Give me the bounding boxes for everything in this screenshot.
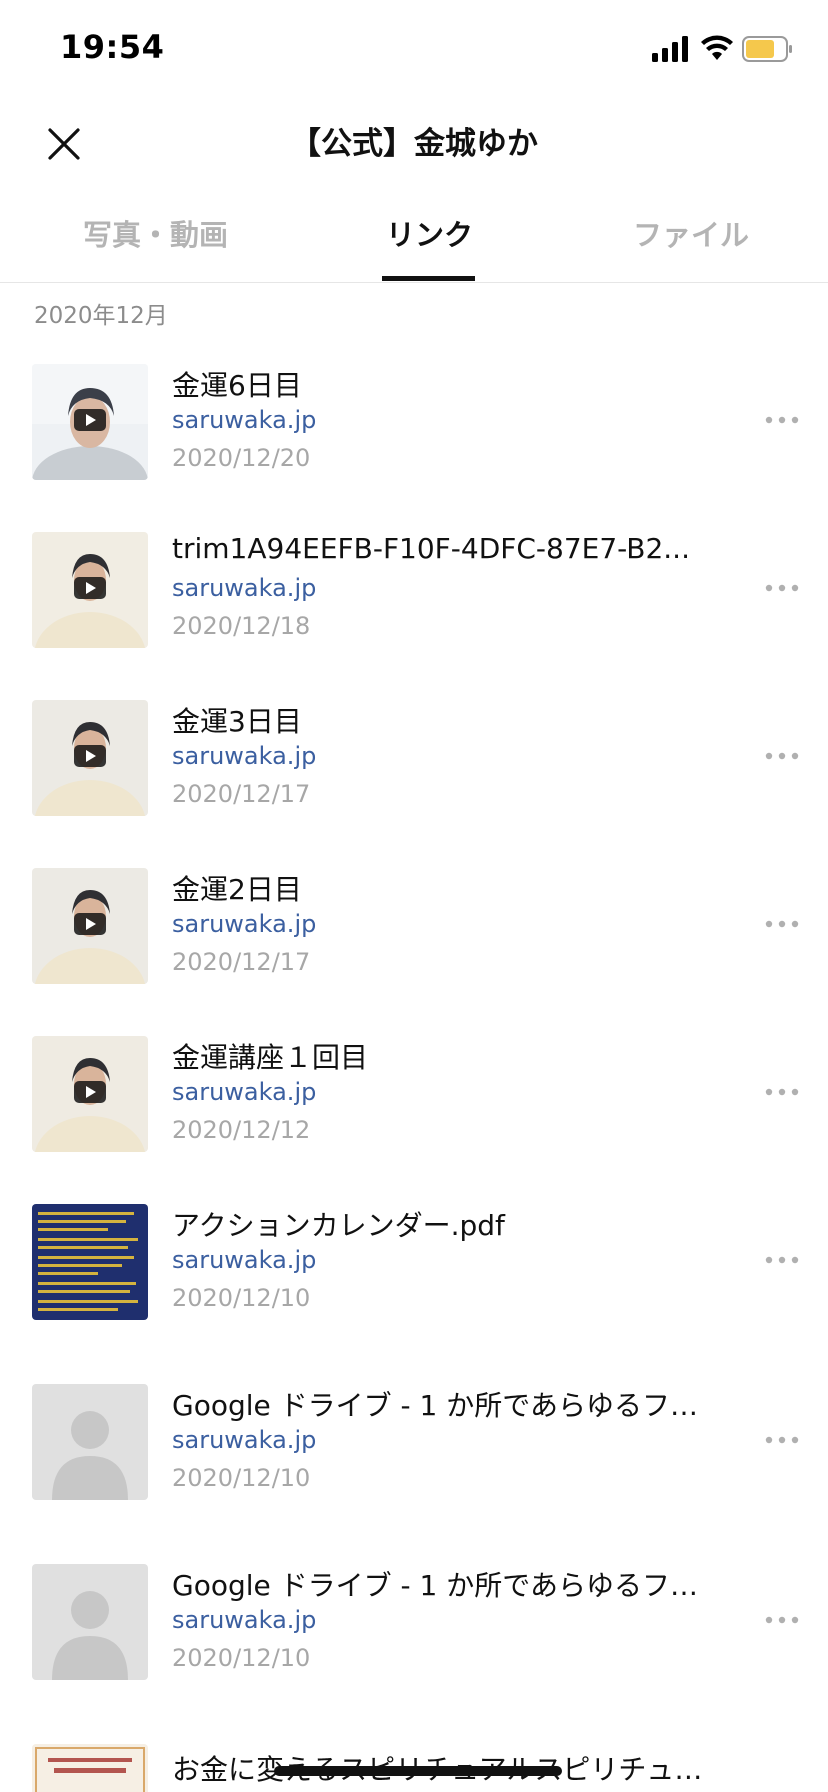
item-date: 2020/12/17 (172, 780, 311, 808)
person-placeholder-icon (32, 1564, 148, 1680)
play-icon (74, 577, 106, 599)
play-icon (74, 745, 106, 767)
battery-icon (742, 36, 792, 62)
cellular-signal-icon (652, 36, 688, 62)
item-title: Google ドライブ - 1 か所であらゆるフ… (172, 1569, 698, 1602)
video-thumbnail (32, 1036, 148, 1152)
tab-files[interactable]: ファイル (633, 212, 749, 254)
more-options-icon[interactable] (764, 1080, 800, 1104)
item-title: 金運2日目 (172, 873, 302, 906)
more-options-icon[interactable] (764, 1428, 800, 1452)
document-thumbnail (32, 1204, 148, 1320)
video-thumbnail (32, 532, 148, 648)
status-time: 19:54 (60, 28, 165, 66)
list-item[interactable]: 金運6日目 saruwaka.jp 2020/12/20 (0, 364, 828, 504)
list-item[interactable]: アクションカレンダー.pdf saruwaka.jp 2020/12/10 (0, 1204, 828, 1344)
item-domain: saruwaka.jp (172, 910, 317, 938)
flyer-thumbnail (32, 1744, 148, 1792)
status-bar: 19:54 (0, 0, 828, 96)
item-title: 金運6日目 (172, 369, 302, 402)
person-placeholder-icon (32, 1384, 148, 1500)
video-thumbnail (32, 364, 148, 480)
item-date: 2020/12/10 (172, 1644, 311, 1672)
more-options-icon[interactable] (764, 408, 800, 432)
placeholder-thumbnail (32, 1564, 148, 1680)
item-date: 2020/12/17 (172, 948, 311, 976)
item-domain: saruwaka.jp (172, 406, 317, 434)
more-options-icon[interactable] (764, 1248, 800, 1272)
active-tab-indicator (382, 276, 475, 281)
play-icon (74, 409, 106, 431)
item-domain: saruwaka.jp (172, 1246, 317, 1274)
header: 【公式】金城ゆか (0, 96, 828, 186)
list-item[interactable]: Google ドライブ - 1 か所であらゆるフ… saruwaka.jp 20… (0, 1384, 828, 1524)
video-thumbnail (32, 868, 148, 984)
item-domain: saruwaka.jp (172, 1606, 317, 1634)
item-title: Google ドライブ - 1 か所であらゆるフ… (172, 1389, 698, 1422)
item-title: アクションカレンダー.pdf (172, 1209, 505, 1242)
item-title: 金運3日目 (172, 705, 302, 738)
list-item[interactable]: 金運3日目 saruwaka.jp 2020/12/17 (0, 700, 828, 840)
item-domain: saruwaka.jp (172, 1426, 317, 1454)
list-item[interactable]: Google ドライブ - 1 か所であらゆるフ… saruwaka.jp 20… (0, 1564, 828, 1704)
item-domain: saruwaka.jp (172, 574, 317, 602)
section-header-month: 2020年12月 (34, 303, 168, 329)
wifi-icon (701, 35, 733, 60)
item-date: 2020/12/10 (172, 1284, 311, 1312)
more-options-icon[interactable] (764, 744, 800, 768)
list-item[interactable]: trim1A94EEFB-F10F-4DFC-87E7-B2... saruwa… (0, 532, 828, 672)
tab-links[interactable]: リンク (386, 212, 473, 254)
item-title: trim1A94EEFB-F10F-4DFC-87E7-B2... (172, 532, 690, 565)
item-date: 2020/12/20 (172, 444, 311, 472)
list-item[interactable]: 金運2日目 saruwaka.jp 2020/12/17 (0, 868, 828, 1008)
tab-photos-videos[interactable]: 写真・動画 (83, 212, 228, 254)
home-indicator (274, 1766, 562, 1776)
tab-bar: 写真・動画 リンク ファイル (0, 190, 828, 283)
item-title: 金運講座１回目 (172, 1041, 369, 1074)
item-domain: saruwaka.jp (172, 1078, 317, 1106)
play-icon (74, 1081, 106, 1103)
item-date: 2020/12/12 (172, 1116, 311, 1144)
more-options-icon[interactable] (764, 912, 800, 936)
page-title: 【公式】金城ゆか (290, 126, 538, 162)
list-item[interactable]: 金運講座１回目 saruwaka.jp 2020/12/12 (0, 1036, 828, 1176)
item-date: 2020/12/18 (172, 612, 311, 640)
placeholder-thumbnail (32, 1384, 148, 1500)
item-date: 2020/12/10 (172, 1464, 311, 1492)
more-options-icon[interactable] (764, 1608, 800, 1632)
video-thumbnail (32, 700, 148, 816)
item-domain: saruwaka.jp (172, 742, 317, 770)
more-options-icon[interactable] (764, 576, 800, 600)
play-icon (74, 913, 106, 935)
